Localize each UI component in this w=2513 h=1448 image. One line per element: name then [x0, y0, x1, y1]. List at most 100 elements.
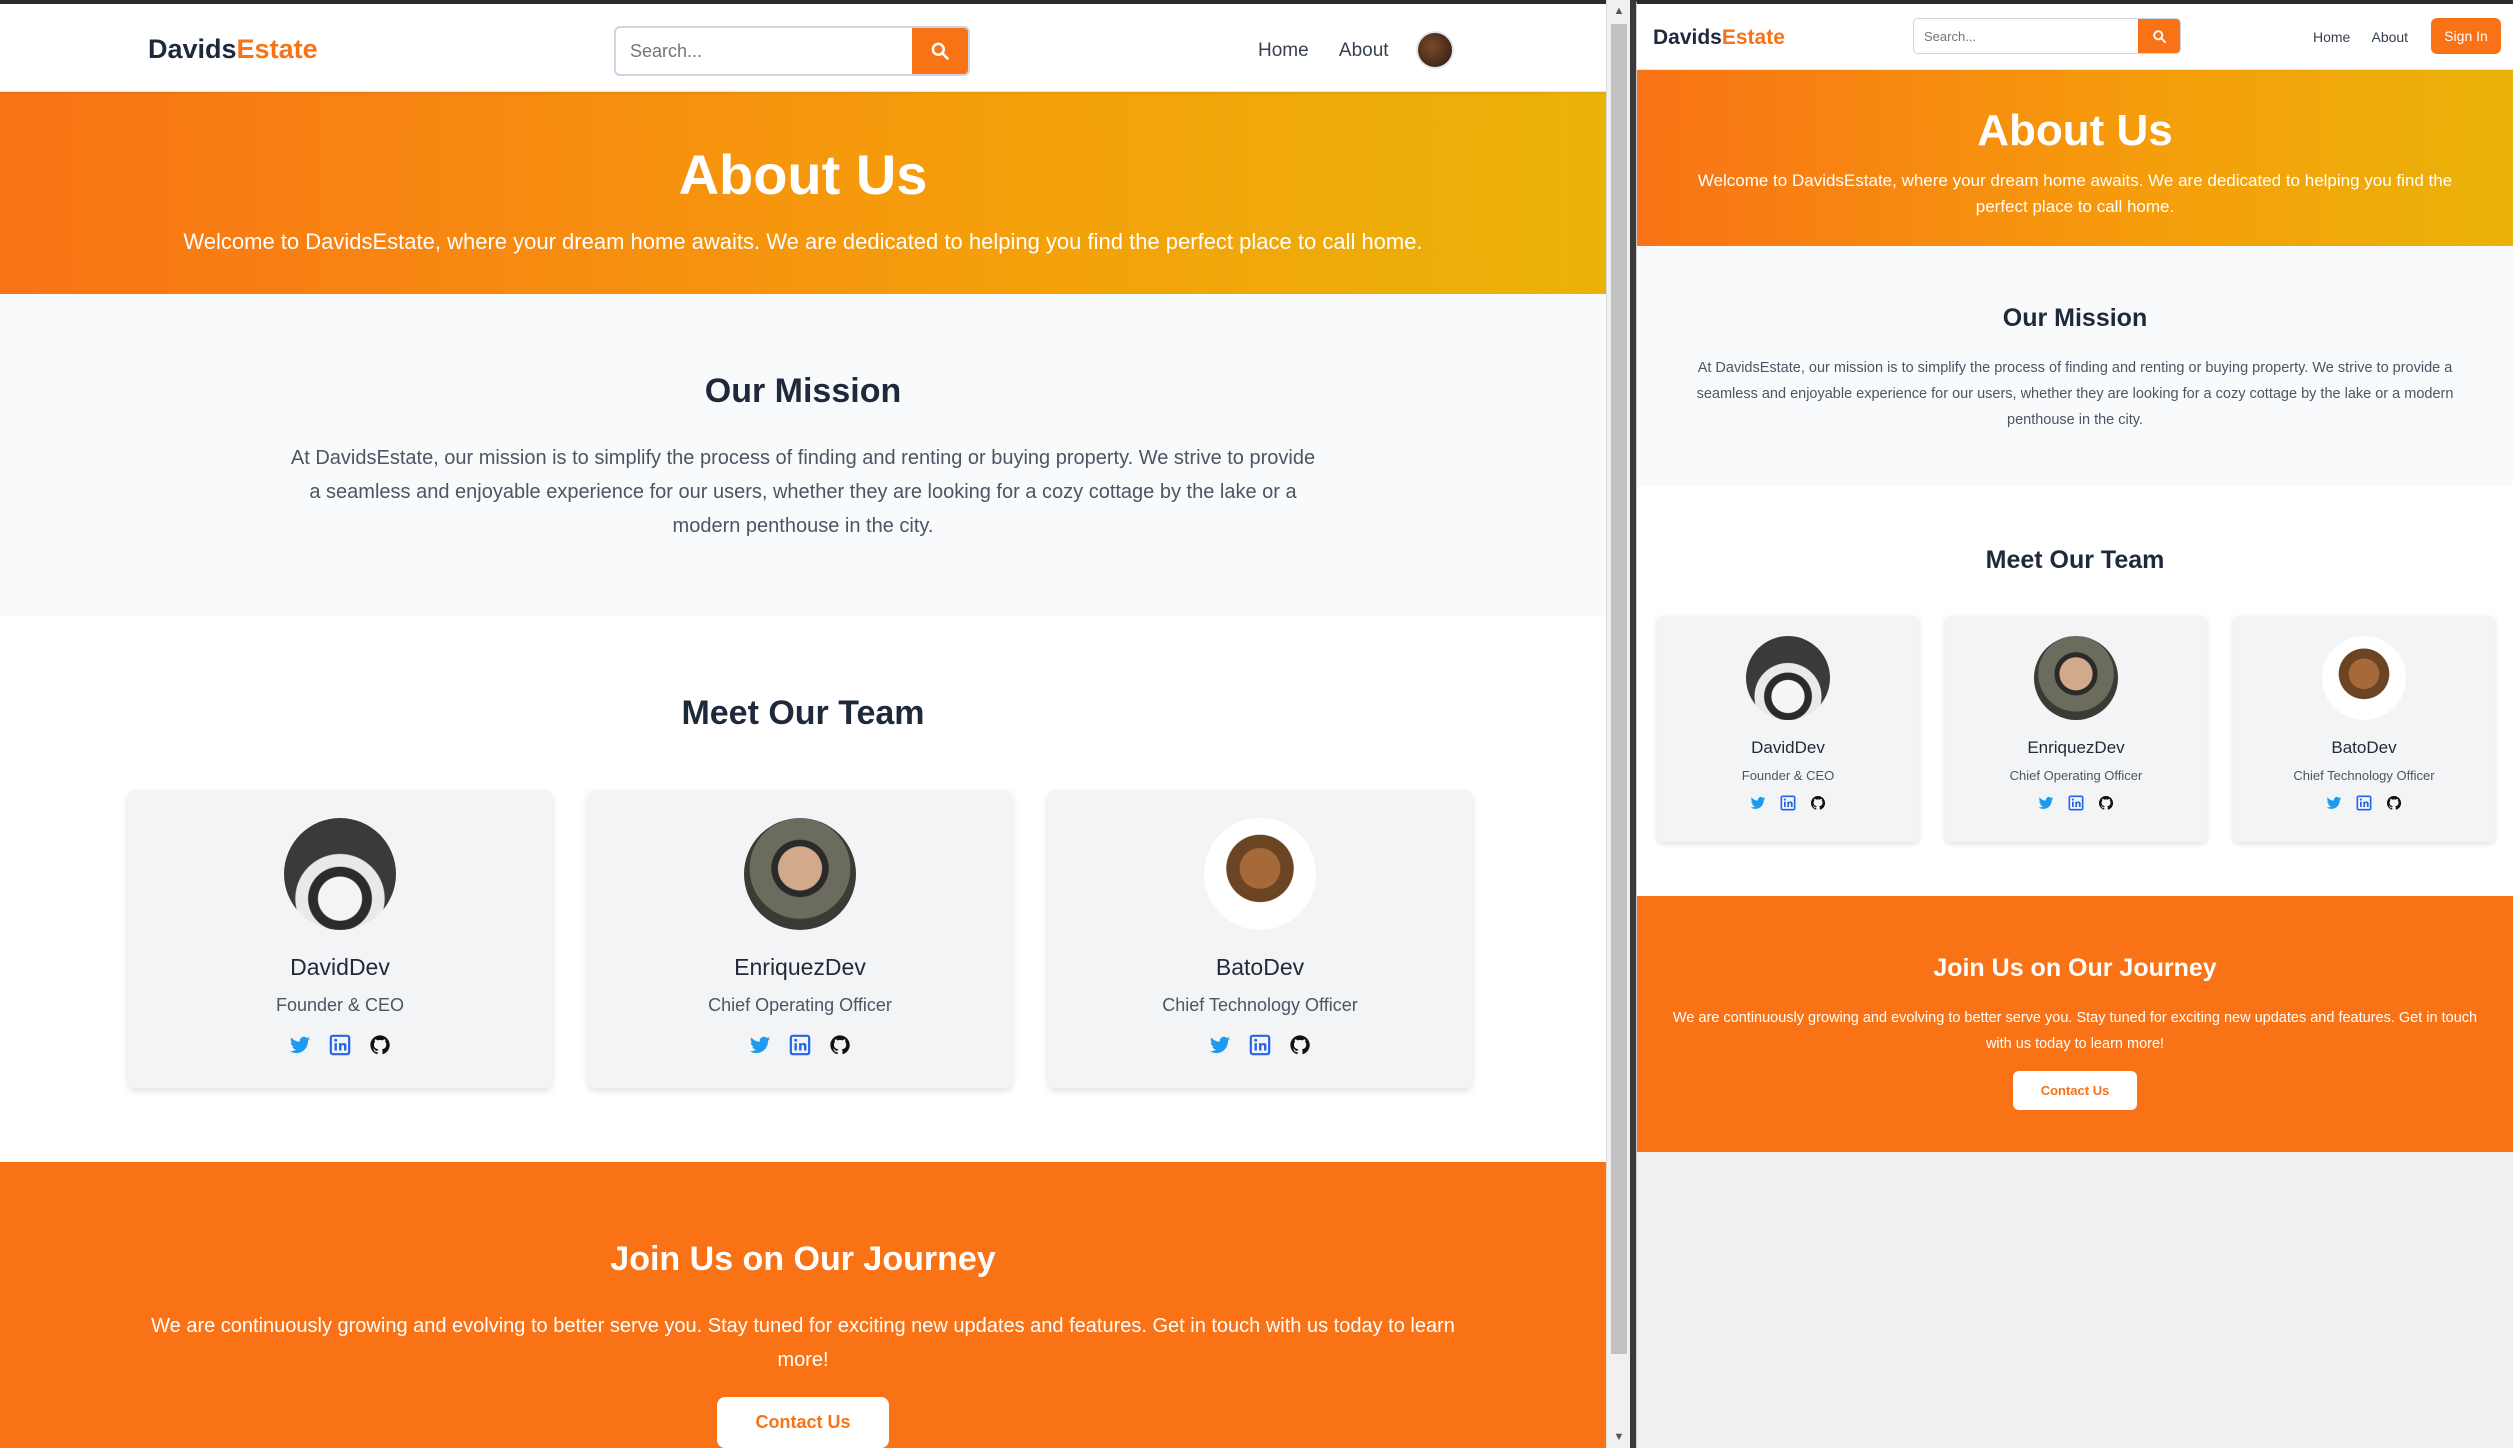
join-section: Join Us on Our Journey We are continuous…: [0, 1162, 1606, 1448]
linkedin-icon[interactable]: [1249, 1034, 1271, 1056]
contact-us-button[interactable]: Contact Us: [2012, 1071, 2138, 1110]
team-card: DavidDev Founder & CEO: [128, 790, 552, 1088]
github-icon[interactable]: [1289, 1034, 1311, 1056]
nav-link-about[interactable]: About: [1339, 40, 1389, 61]
narrow-browser-window: DavidsEstate Home About Sign In About Us…: [1636, 0, 2513, 1448]
join-body: We are continuously growing and evolving…: [151, 1315, 1455, 1371]
team-title: Meet Our Team: [681, 694, 925, 732]
member-role: Chief Operating Officer: [708, 995, 892, 1015]
team-card: EnriquezDev Chief Operating Officer: [1945, 616, 2207, 842]
hero-section: About Us Welcome to DavidsEstate, where …: [0, 92, 1606, 294]
member-photo: [2034, 636, 2118, 720]
member-photo: [1746, 636, 1830, 720]
team-cards: DavidDev Founder & CEO EnriquezDev Chief…: [1657, 616, 2495, 842]
social-links: [1657, 795, 1919, 811]
hero-section: About Us Welcome to DavidsEstate, where …: [1637, 70, 2513, 246]
team-cards: DavidDev Founder & CEO EnriquezDev Chief…: [128, 790, 1472, 1088]
team-card: BatoDev Chief Technology Officer: [1048, 790, 1472, 1088]
hero-title: About Us: [678, 143, 928, 206]
member-name: DavidDev: [290, 954, 390, 980]
brand-name-accent: Estate: [236, 34, 318, 64]
scroll-down-icon[interactable]: ▼: [1607, 1426, 1631, 1448]
nav-link-about[interactable]: About: [2371, 29, 2408, 45]
member-name: BatoDev: [1215, 954, 1305, 980]
twitter-icon[interactable]: [749, 1034, 771, 1056]
about-page-desktop: DavidsEstate Home About About Us Welcome…: [0, 4, 1606, 1448]
linkedin-icon[interactable]: [1780, 795, 1796, 811]
search-input[interactable]: [1914, 19, 2134, 53]
member-role: Chief Technology Officer: [2293, 768, 2435, 783]
join-section: Join Us on Our Journey We are continuous…: [1637, 896, 2513, 1152]
member-role: Chief Operating Officer: [2009, 768, 2143, 783]
search-button[interactable]: [912, 28, 968, 74]
social-links: [2233, 795, 2495, 811]
brand-logo[interactable]: DavidsEstate: [1653, 26, 1785, 50]
social-links: [588, 1034, 1012, 1056]
social-links: [1048, 1034, 1472, 1056]
contact-us-button[interactable]: Contact Us: [717, 1397, 889, 1448]
user-avatar[interactable]: [1416, 31, 1454, 69]
mission-section: Our Mission At DavidsEstate, our mission…: [1637, 246, 2513, 486]
search-icon: [2152, 29, 2166, 43]
brand-logo[interactable]: DavidsEstate: [148, 34, 318, 65]
member-role: Founder & CEO: [275, 995, 405, 1015]
mission-body: At DavidsEstate, our mission is to simpl…: [1696, 360, 2454, 428]
vertical-scrollbar[interactable]: ▲ ▼: [1606, 0, 1630, 1448]
navbar: DavidsEstate Home About Sign In: [1637, 4, 2513, 70]
team-card: EnriquezDev Chief Operating Officer: [588, 790, 1012, 1088]
twitter-icon[interactable]: [1209, 1034, 1231, 1056]
nav-link-home[interactable]: Home: [1258, 40, 1309, 61]
twitter-icon[interactable]: [2326, 795, 2342, 811]
navbar: DavidsEstate Home About: [0, 4, 1606, 92]
brand-name-accent: Estate: [1721, 26, 1785, 49]
nav-link-home[interactable]: Home: [2313, 29, 2350, 45]
mission-title: Our Mission: [704, 372, 902, 410]
member-name: EnriquezDev: [734, 954, 866, 980]
scrollbar-thumb[interactable]: [1611, 24, 1627, 1354]
join-title: Join Us on Our Journey: [610, 1240, 996, 1278]
linkedin-icon[interactable]: [329, 1034, 351, 1056]
hero-subtitle: Welcome to DavidsEstate, where your drea…: [183, 229, 1423, 254]
search-icon: [931, 42, 949, 60]
hero-title: About Us: [1977, 106, 2173, 155]
hero-subtitle: Welcome to DavidsEstate, where your drea…: [1697, 171, 2453, 216]
github-icon[interactable]: [829, 1034, 851, 1056]
search-bar: [614, 26, 970, 76]
linkedin-icon[interactable]: [789, 1034, 811, 1056]
desktop-browser-window: DavidsEstate Home About About Us Welcome…: [0, 0, 1606, 1448]
team-card: DavidDev Founder & CEO: [1657, 616, 1919, 842]
github-icon[interactable]: [1810, 795, 1826, 811]
member-photo: [2322, 636, 2406, 720]
social-links: [128, 1034, 552, 1056]
search-bar: [1913, 18, 2181, 54]
github-icon[interactable]: [2098, 795, 2114, 811]
team-title: Meet Our Team: [1985, 546, 2165, 574]
mission-title: Our Mission: [2002, 304, 2148, 332]
github-icon[interactable]: [369, 1034, 391, 1056]
sign-in-button[interactable]: Sign In: [2431, 18, 2501, 54]
twitter-icon[interactable]: [1750, 795, 1766, 811]
member-name: EnriquezDev: [2027, 738, 2125, 757]
twitter-icon[interactable]: [289, 1034, 311, 1056]
member-role: Chief Technology Officer: [1162, 995, 1358, 1015]
twitter-icon[interactable]: [2038, 795, 2054, 811]
nav-links: Home About: [2313, 29, 2426, 45]
member-name: DavidDev: [1751, 738, 1825, 757]
team-card: BatoDev Chief Technology Officer: [2233, 616, 2495, 842]
github-icon[interactable]: [2386, 795, 2402, 811]
mission-section: Our Mission At DavidsEstate, our mission…: [0, 294, 1606, 616]
linkedin-icon[interactable]: [2356, 795, 2372, 811]
join-body: We are continuously growing and evolving…: [1672, 1010, 2478, 1052]
search-input[interactable]: [616, 28, 916, 74]
team-section: Meet Our Team DavidDev Founder & CEO Enr…: [0, 616, 1606, 1162]
scroll-up-icon[interactable]: ▲: [1607, 0, 1631, 22]
join-title: Join Us on Our Journey: [1933, 954, 2217, 982]
member-name: BatoDev: [2331, 738, 2397, 757]
linkedin-icon[interactable]: [2068, 795, 2084, 811]
search-button[interactable]: [2138, 19, 2180, 53]
team-section: Meet Our Team DavidDev Founder & CEO Enr…: [1637, 486, 2513, 896]
mission-body: At DavidsEstate, our mission is to simpl…: [290, 447, 1316, 537]
brand-name-main: Davids: [1653, 26, 1722, 49]
social-links: [1945, 795, 2207, 811]
member-photo: [1204, 818, 1316, 930]
